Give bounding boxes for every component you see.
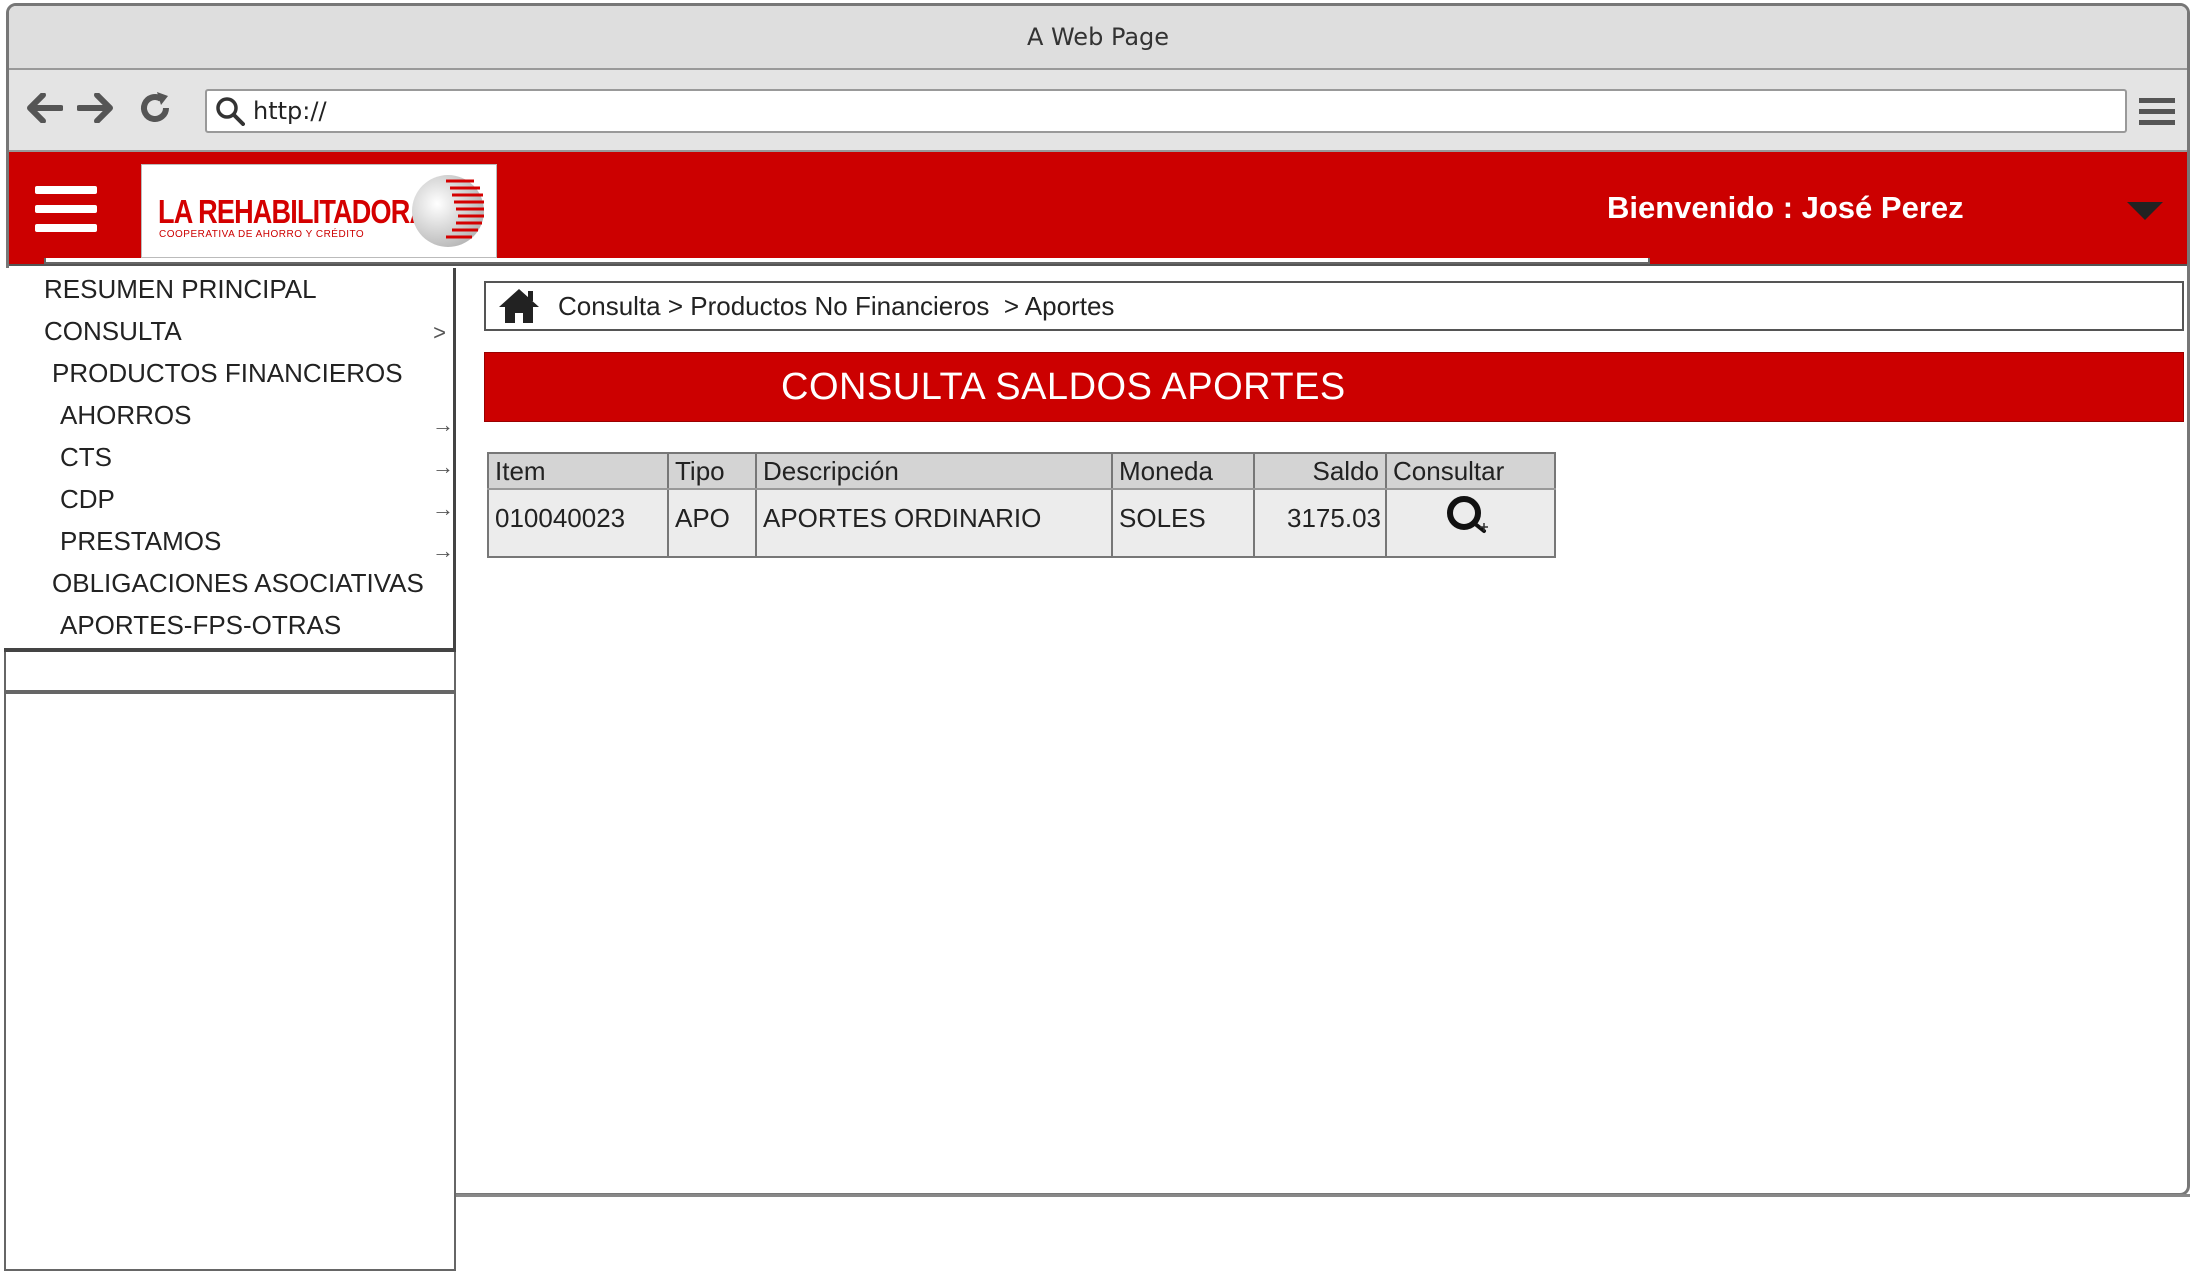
cell-tipo: APO bbox=[668, 489, 757, 546]
page-title: CONSULTA SALDOS APORTES bbox=[781, 365, 1346, 408]
app-header: LA REHABILITADORA COOPERATIVA DE AHORRO … bbox=[9, 152, 2187, 266]
consultar-button[interactable] bbox=[1386, 489, 1556, 546]
sidebar-item-label: OBLIGACIONES ASOCIATIVAS bbox=[52, 568, 424, 598]
sidebar-item-consulta[interactable]: CONSULTA > bbox=[44, 316, 450, 347]
sidebar-item-cts[interactable]: CTS → bbox=[60, 442, 458, 479]
sidebar-item-label: CTS bbox=[60, 442, 112, 472]
forward-arrow-icon[interactable] bbox=[75, 88, 115, 128]
browser-toolbar bbox=[9, 70, 2187, 152]
arrow-right-icon: → bbox=[432, 496, 454, 521]
table-header-row: Item Tipo Descripción Moneda Saldo Consu… bbox=[488, 453, 1556, 490]
sidebar-item-productos-financieros[interactable]: PRODUCTOS FINANCIEROS bbox=[52, 358, 403, 389]
logo-tagline: COOPERATIVA DE AHORRO Y CRÉDITO bbox=[159, 229, 365, 240]
sidebar-item-label: PRODUCTOS FINANCIEROS bbox=[52, 358, 403, 388]
sidebar-item-aportes-fps-otras[interactable]: APORTES-FPS-OTRAS bbox=[60, 610, 341, 641]
breadcrumb: Consulta > Productos No Financieros > Ap… bbox=[484, 281, 2184, 331]
divider bbox=[456, 1194, 2190, 1197]
column-header-moneda: Moneda bbox=[1112, 453, 1255, 490]
column-header-tipo: Tipo bbox=[668, 453, 757, 490]
url-input[interactable] bbox=[253, 97, 2053, 125]
sidebar-item-resumen-principal[interactable]: RESUMEN PRINCIPAL bbox=[44, 274, 317, 305]
url-bar[interactable] bbox=[205, 89, 2127, 133]
column-header-descripcion: Descripción bbox=[756, 453, 1113, 490]
sidebar-panel bbox=[4, 692, 456, 1271]
column-header-consultar: Consultar bbox=[1386, 453, 1556, 490]
divider bbox=[44, 258, 1650, 264]
sidebar-item-obligaciones-asociativas[interactable]: OBLIGACIONES ASOCIATIVAS bbox=[52, 568, 424, 599]
table-row: 010040023 APO APORTES ORDINARIO SOLES 31… bbox=[488, 489, 1556, 546]
welcome-text: Bienvenido : José Perez bbox=[1607, 190, 1964, 225]
magnifier-icon[interactable] bbox=[1444, 493, 1494, 537]
table-row-spacer bbox=[488, 546, 1556, 557]
sidebar-footer bbox=[4, 652, 456, 692]
logo: LA REHABILITADORA COOPERATIVA DE AHORRO … bbox=[141, 164, 497, 258]
logo-text: LA REHABILITADORA bbox=[158, 193, 429, 230]
home-icon[interactable] bbox=[492, 283, 546, 329]
reload-icon[interactable] bbox=[135, 88, 175, 128]
sidebar-item-prestamos[interactable]: PRESTAMOS → bbox=[60, 526, 458, 563]
arrow-right-icon: → bbox=[432, 412, 454, 437]
column-header-item: Item bbox=[488, 453, 669, 490]
browser-menu-icon[interactable] bbox=[2135, 90, 2179, 134]
hamburger-menu-icon[interactable] bbox=[35, 186, 97, 236]
sidebar-item-label: PRESTAMOS bbox=[60, 526, 222, 556]
cell-descripcion: APORTES ORDINARIO bbox=[756, 489, 1113, 546]
search-icon bbox=[207, 89, 253, 133]
sidebar-item-cdp[interactable]: CDP → bbox=[60, 484, 458, 521]
breadcrumb-path[interactable]: Consulta > Productos No Financieros > Ap… bbox=[558, 291, 1114, 322]
column-header-saldo: Saldo bbox=[1254, 453, 1387, 490]
cell-item: 010040023 bbox=[488, 489, 669, 546]
arrow-right-icon: → bbox=[432, 454, 454, 479]
chevron-down-icon[interactable] bbox=[2125, 196, 2165, 226]
window-title: A Web Page bbox=[9, 6, 2187, 70]
arrow-right-icon: → bbox=[432, 538, 454, 563]
sidebar-item-label: CONSULTA bbox=[44, 316, 182, 346]
sidebar-menu: RESUMEN PRINCIPAL CONSULTA > PRODUCTOS F… bbox=[4, 268, 456, 652]
page-title-banner: CONSULTA SALDOS APORTES bbox=[484, 352, 2184, 422]
sidebar-item-label: AHORROS bbox=[60, 400, 192, 430]
results-table: Item Tipo Descripción Moneda Saldo Consu… bbox=[487, 452, 1556, 558]
sidebar-item-label: RESUMEN PRINCIPAL bbox=[44, 274, 317, 304]
back-arrow-icon[interactable] bbox=[25, 88, 65, 128]
cell-saldo: 3175.03 bbox=[1254, 489, 1387, 546]
sidebar-item-label: CDP bbox=[60, 484, 115, 514]
chevron-right-icon: > bbox=[433, 320, 446, 345]
sidebar-item-ahorros[interactable]: AHORROS → bbox=[60, 400, 458, 437]
cell-moneda: SOLES bbox=[1112, 489, 1255, 546]
logo-globe-icon bbox=[412, 175, 484, 247]
sidebar-item-label: APORTES-FPS-OTRAS bbox=[60, 610, 342, 640]
